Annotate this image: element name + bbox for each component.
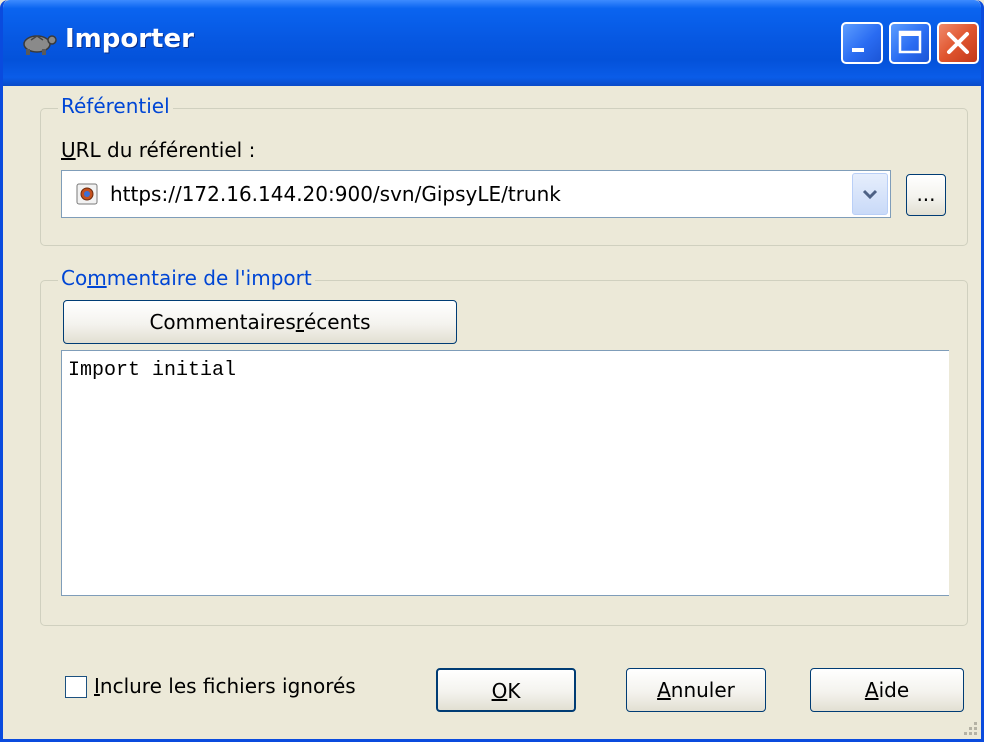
close-button[interactable] xyxy=(937,22,979,64)
url-label: URL du référentiel : xyxy=(61,138,255,162)
cancel-label: Annuler xyxy=(657,669,735,711)
ok-label: OK xyxy=(492,670,521,712)
browse-button-label: ... xyxy=(916,182,936,206)
help-label-text: ide xyxy=(878,678,910,702)
repository-group-label: Référentiel xyxy=(58,94,173,118)
maximize-icon xyxy=(898,30,922,54)
cancel-accelerator: A xyxy=(657,678,671,702)
group-label-part: Co xyxy=(61,266,88,290)
close-icon xyxy=(947,32,969,54)
label-part: écents xyxy=(304,310,371,334)
import-dialog: Importer Référentiel URL du référentiel … xyxy=(0,0,984,742)
minimize-icon xyxy=(852,48,864,52)
import-comment-textarea[interactable]: Import initial xyxy=(61,350,949,596)
url-label-text: RL du référentiel : xyxy=(75,138,256,162)
minimize-button[interactable] xyxy=(841,22,883,64)
window-title: Importer xyxy=(65,24,194,54)
chevron-down-icon xyxy=(862,189,878,200)
recent-comments-button[interactable]: Commentaires récents xyxy=(63,300,457,344)
recent-comments-label: Commentaires récents xyxy=(149,301,370,343)
maximize-button[interactable] xyxy=(889,22,931,64)
combobox-dropdown-button[interactable] xyxy=(852,173,888,215)
label-part: Commentaires xyxy=(149,310,296,334)
repository-url-value: https://172.16.144.20:900/svn/GipsyLE/tr… xyxy=(110,182,561,206)
resize-grip-icon[interactable] xyxy=(957,715,979,737)
title-bar[interactable]: Importer xyxy=(3,0,981,86)
url-label-accelerator: U xyxy=(61,138,76,162)
repository-icon xyxy=(76,183,98,205)
import-comment-group-label: Commentaire de l'import xyxy=(58,266,315,290)
label-accelerator: r xyxy=(295,310,304,334)
include-ignored-label[interactable]: Inclure les fichiers ignorés xyxy=(94,674,356,698)
repository-url-combobox[interactable]: https://172.16.144.20:900/svn/GipsyLE/tr… xyxy=(61,170,891,218)
help-button[interactable]: Aide xyxy=(810,668,964,712)
group-label-part: mentaire de l'import xyxy=(106,266,312,290)
browse-repository-button[interactable]: ... xyxy=(906,174,946,216)
tortoise-app-icon xyxy=(23,35,57,55)
ok-button[interactable]: OK xyxy=(436,668,576,712)
help-accelerator: A xyxy=(864,678,879,702)
include-ignored-text: nclure les fichiers ignorés xyxy=(99,674,356,698)
cancel-label-text: nnuler xyxy=(670,678,735,702)
cancel-button[interactable]: Annuler xyxy=(626,668,766,712)
help-label: Aide xyxy=(865,669,909,711)
ok-label-text: K xyxy=(507,679,521,703)
ok-accelerator: O xyxy=(491,679,508,703)
include-ignored-checkbox[interactable] xyxy=(65,676,87,698)
import-comment-text: Import initial xyxy=(68,359,237,382)
group-label-accelerator: m xyxy=(87,266,107,290)
